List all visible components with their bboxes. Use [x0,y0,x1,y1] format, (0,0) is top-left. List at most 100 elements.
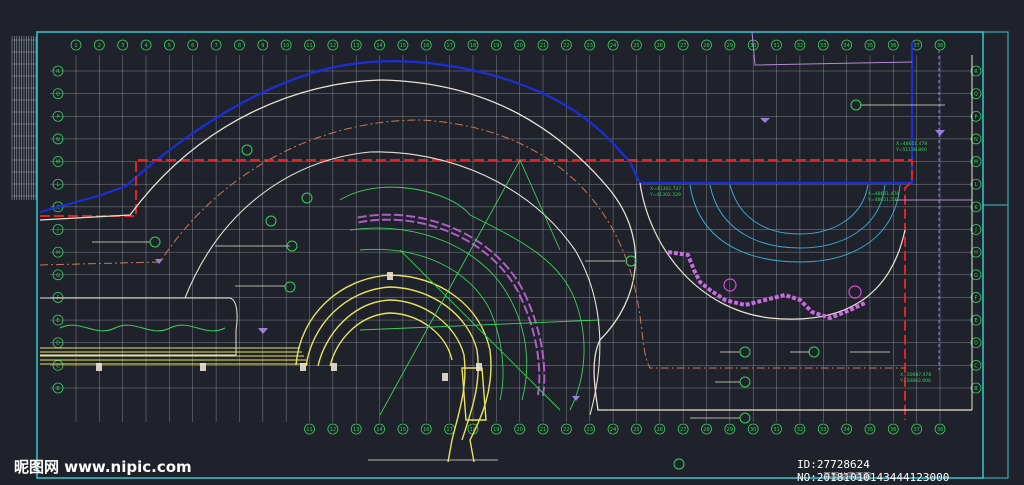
row-axis-label: J [974,228,976,234]
column-axis-label: 32 [797,43,803,49]
column-axis-label: 31 [773,43,779,49]
row-axis-label: J [56,228,58,234]
row-axis-label: E [974,318,977,324]
column-axis-label: 9 [261,43,264,49]
row-axis-label: M [974,160,978,166]
column-axis-label: 24 [610,43,616,49]
watermark-site: 昵图网 www.nipic.com [14,458,192,476]
column-axis-label: 27 [680,43,686,49]
shrub-2 [848,285,862,299]
column-axis-label: 28 [703,43,709,49]
coord-note: X=41302.727 [650,186,681,192]
coord-note: Y=51138.860 [895,147,927,153]
row-axis-label: R [974,69,978,75]
outer-path-arc [39,79,972,411]
coordinate-notes: X=48651.478 Y=51138.860 X=48651.478 Y=48… [649,141,931,384]
bottom-axis-label: 24 [610,427,616,433]
column-axis-label: 38 [937,43,943,49]
row-axis-label: M [56,160,60,166]
bottom-axis-label: 36 [890,427,896,433]
row-axis-label: B [974,386,978,392]
callout-circles [149,99,862,470]
bottom-axis-label: 22 [563,427,569,433]
plan-geometry [39,31,1008,470]
bottom-axis-label: 33 [820,427,826,433]
row-axis-label: G [974,273,978,279]
row-axis-label: L [975,182,978,188]
yellow-curved-walls [295,274,492,463]
column-axis-label: 13 [353,43,359,49]
column-axis-label: 1 [74,43,77,49]
column-axis-label: 29 [727,43,733,49]
column-axis-label: 20 [516,43,522,49]
bottom-axis-label: 17 [446,427,452,433]
bottom-axis-label: 13 [353,427,359,433]
column-axis-label: 37 [913,43,919,49]
row-axis-label: P [974,114,977,120]
column-axis-label: 33 [820,43,826,49]
column-axis-label: 14 [376,43,382,49]
bottom-axis-label: 11 [306,427,312,433]
cad-drawing-canvas[interactable]: 1 2 3 4 5 6 7 8 9 10 11 12 13 14 15 16 17 18 19 20 21 22 23 24 2… [0,0,1024,485]
column-axis-label: 15 [400,43,406,49]
column-axis-label: 17 [446,43,452,49]
bottom-axis-label: 23 [587,427,593,433]
steps [40,347,308,365]
bottom-axis-label: 29 [727,427,733,433]
row-axis-label: D [56,341,60,347]
bottom-axis-label: 35 [867,427,873,433]
row-axis-label: H [974,250,978,256]
bottom-axis-label: 25 [633,427,639,433]
drawing-frame [36,31,984,479]
row-axis-label: H [56,250,60,256]
row-axis-label: K [974,205,978,211]
row-axis-label: Q [56,92,60,98]
column-axis-label: 2 [98,43,101,49]
column-axis-label: 5 [168,43,171,49]
plan-title: 平面总平面图 [823,472,871,481]
row-axis-label: B [56,386,60,392]
column-axis-label: 19 [493,43,499,49]
coord-note: X=48651.478 [868,191,899,197]
bottom-axis-label: 20 [516,427,522,433]
column-axis-label: 26 [657,43,663,49]
row-axis-label: E [56,318,59,324]
row-axis-label: D [974,341,978,347]
column-axis-label: 23 [587,43,593,49]
bottom-axis-label: 34 [843,427,849,433]
column-axis-label: 22 [563,43,569,49]
bottom-axis-label: 31 [773,427,779,433]
coord-note: X=48651.478 [896,141,927,147]
stepping-stones [667,250,866,321]
blue-wall-line [39,42,914,214]
column-axis-label: 25 [633,43,639,49]
column-axis-label: 35 [867,43,873,49]
left-hatch-block [11,36,37,200]
bottom-axis-label: 30 [750,427,756,433]
coord-note: Y=48651.232 [867,197,899,203]
row-axis-label: F [975,295,978,301]
column-axis-label: 34 [843,43,849,49]
column-axis-label: 12 [330,43,336,49]
column-axis-label: 4 [144,43,147,49]
bottom-axis-label: 12 [330,427,336,433]
column-axis-label: 7 [215,43,218,49]
column-axis-label: 21 [540,43,546,49]
bottom-axis-label: 27 [680,427,686,433]
column-axis-label: 16 [423,43,429,49]
row-axis-label: P [56,114,59,120]
row-axis-label: G [56,273,60,279]
bottom-axis-label: 19 [493,427,499,433]
row-axis-label: R [56,69,60,75]
column-axis-label: 36 [890,43,896,49]
row-axis-label: N [974,137,978,143]
column-markers [96,272,482,381]
column-axis-label: 6 [191,43,194,49]
coord-note: Y=50862.000 [899,378,931,384]
drawing-frame-right-edge [982,31,1009,479]
bottom-axis-label: 16 [423,427,429,433]
row-axis-label: L [57,182,60,188]
bottom-axis-label: 38 [937,427,943,433]
bottom-axis-label: 26 [657,427,663,433]
green-contours [339,159,601,416]
